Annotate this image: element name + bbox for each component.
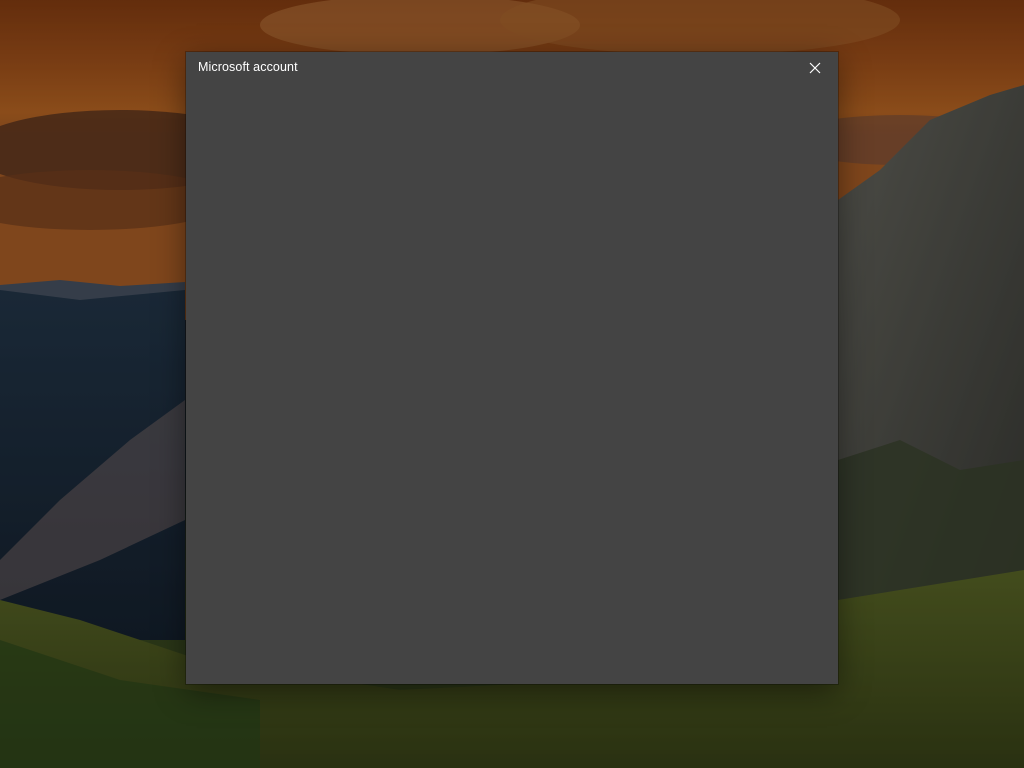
desktop: Microsoft account bbox=[0, 0, 1024, 768]
close-button[interactable] bbox=[792, 52, 838, 84]
microsoft-account-dialog: Microsoft account bbox=[186, 52, 838, 684]
title-bar[interactable]: Microsoft account bbox=[186, 52, 838, 84]
dialog-title: Microsoft account bbox=[198, 60, 298, 74]
dialog-content bbox=[186, 84, 838, 684]
close-icon bbox=[809, 62, 821, 74]
